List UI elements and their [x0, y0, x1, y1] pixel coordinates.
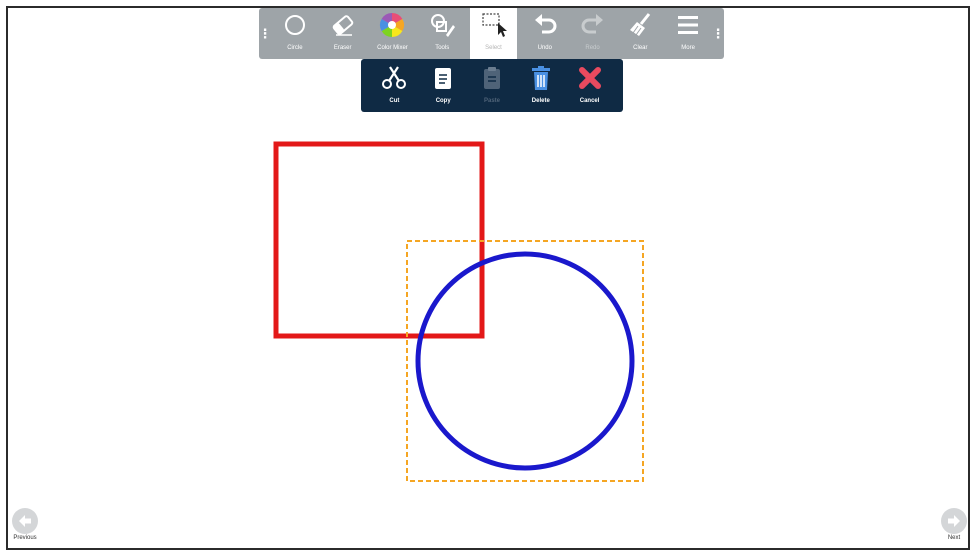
menu-icon	[678, 16, 699, 34]
main-toolbar: ⋮ Circle Eraser Color Mixer Tools Select…	[259, 8, 725, 59]
cut-label: Cut	[389, 98, 400, 104]
redo-label: Redo	[585, 45, 600, 51]
delete-label: Delete	[531, 98, 550, 104]
previous-circle	[12, 508, 38, 534]
undo-button[interactable]: Undo	[521, 8, 569, 59]
copy-label: Copy	[435, 98, 451, 104]
clear-label: Clear	[633, 45, 648, 51]
undo-label: Undo	[537, 45, 552, 51]
trash-icon	[531, 66, 550, 90]
select-pointer-icon	[481, 13, 507, 37]
next-circle	[941, 508, 967, 534]
more-label: More	[681, 45, 695, 51]
paste-icon	[483, 67, 500, 89]
blue-circle-shape[interactable]	[415, 251, 635, 471]
clear-button[interactable]: Clear	[616, 8, 664, 59]
broom-icon	[630, 13, 651, 36]
toolbar-right-grip[interactable]: ⋮	[712, 8, 725, 59]
arrow-left-icon	[19, 515, 31, 527]
circle-icon	[284, 15, 305, 35]
copy-icon	[435, 68, 452, 89]
scissors-icon	[382, 66, 407, 89]
color-mixer-button[interactable]: Color Mixer	[367, 8, 419, 59]
color-mixer-label: Color Mixer	[377, 45, 408, 51]
eraser-tool-label: Eraser	[333, 45, 352, 51]
cut-button[interactable]: Cut	[370, 59, 419, 112]
redo-button[interactable]: Redo	[569, 8, 617, 59]
delete-button[interactable]: Delete	[516, 59, 565, 112]
cancel-label: Cancel	[579, 98, 600, 104]
eraser-tool-button[interactable]: Eraser	[319, 8, 367, 59]
previous-page-button[interactable]: Previous	[12, 508, 38, 541]
selection-box[interactable]	[406, 240, 644, 482]
arrow-right-icon	[948, 515, 960, 527]
next-label: Next	[947, 535, 961, 541]
cancel-x-icon	[578, 67, 601, 89]
circle-tool-button[interactable]: Circle	[271, 8, 319, 59]
select-tool-label: Select	[485, 45, 502, 51]
eraser-icon	[332, 15, 353, 36]
undo-icon	[534, 14, 557, 34]
next-page-button[interactable]: Next	[941, 508, 967, 541]
redo-icon	[581, 14, 603, 34]
circle-tool-label: Circle	[287, 45, 303, 51]
tools-label: Tools	[435, 45, 450, 51]
paste-button[interactable]: Paste	[468, 59, 517, 112]
cancel-button[interactable]: Cancel	[565, 59, 614, 112]
more-button[interactable]: More	[664, 8, 712, 59]
select-tool-button[interactable]: Select	[470, 8, 517, 59]
copy-button[interactable]: Copy	[419, 59, 468, 112]
shapes-pen-icon	[431, 14, 456, 37]
previous-label: Previous	[13, 535, 37, 541]
color-wheel-icon	[380, 12, 405, 37]
selection-action-menu: Cut Copy Paste Delete Cancel	[361, 59, 623, 112]
paste-label: Paste	[483, 98, 500, 104]
tools-button[interactable]: Tools	[418, 8, 466, 59]
toolbar-left-grip[interactable]: ⋮	[259, 8, 272, 59]
